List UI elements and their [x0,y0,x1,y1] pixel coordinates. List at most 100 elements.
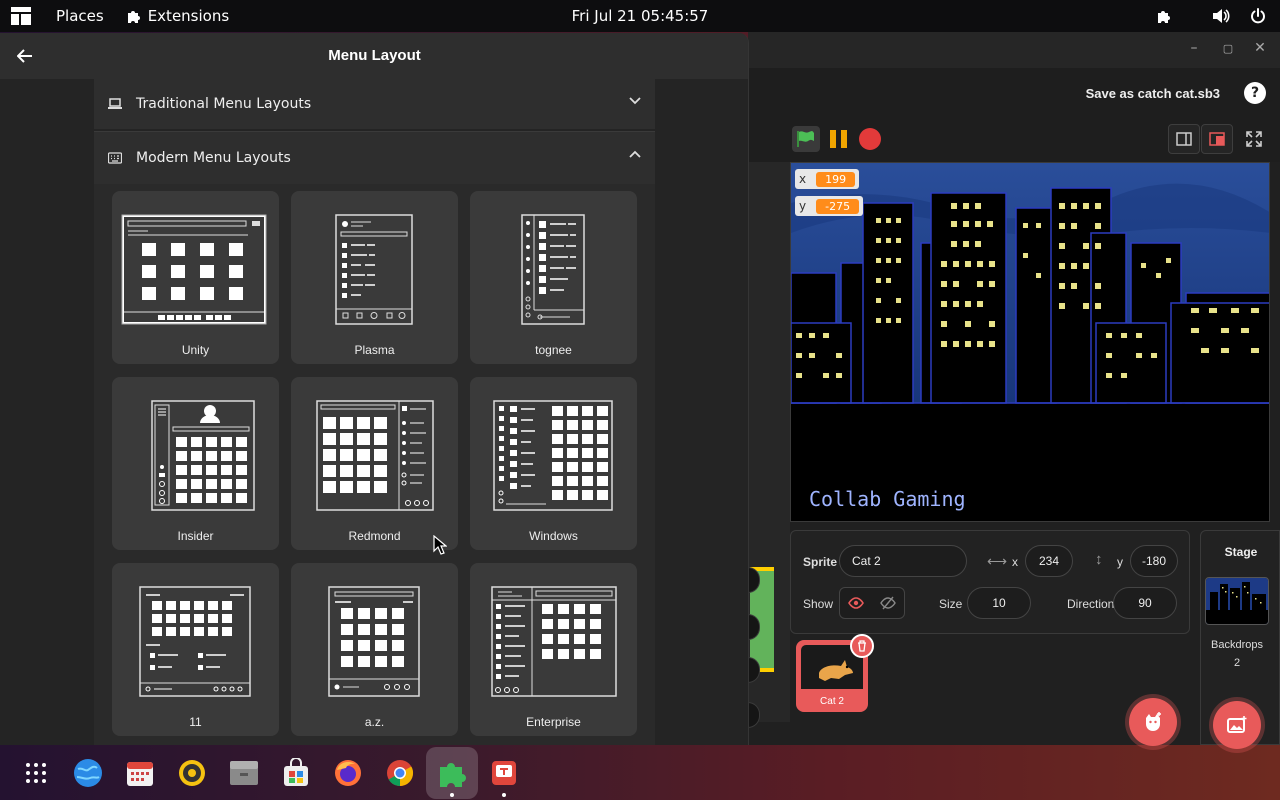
layouts-content[interactable]: Traditional Menu Layouts Modern Menu Lay… [0,79,748,745]
extensions-icon [440,762,466,787]
y-arrow-icon: ↕ [1095,551,1103,568]
dock-rhythmbox[interactable] [166,747,218,799]
activities-icon [11,7,31,25]
visibility-toggle[interactable] [839,587,905,619]
small-stage-icon [1176,132,1192,146]
trash-icon [858,640,866,652]
mouse-cursor-icon [433,535,447,555]
sprite-label: Sprite [803,555,838,569]
running-indicator [450,792,454,797]
files-icon [230,760,258,785]
places-menu[interactable]: Places [42,0,114,32]
close-icon[interactable]: ✕ [1250,40,1270,56]
dock-text-editor[interactable] [478,747,530,799]
dock-software[interactable] [270,747,322,799]
show-label: Show [803,597,834,611]
dock [0,745,1280,800]
text-editor-icon [492,760,516,785]
places-label: Places [56,7,104,25]
layout-card-insider[interactable]: Insider [112,377,279,550]
eleven-preview-icon [139,586,251,697]
dock-extensions[interactable] [426,746,478,799]
x-label: x [1012,555,1018,569]
add-backdrop-icon [1227,716,1247,733]
layout-name: a.z. [364,715,385,729]
extensions-tray-icon[interactable] [1156,8,1172,24]
sprite-name-input[interactable]: Cat 2 [839,545,967,577]
running-indicator [502,792,506,797]
power-icon[interactable] [1250,8,1266,24]
layout-name: Insider [177,529,214,543]
menu-layout-window: Menu Layout Traditional Menu Layouts Mod… [0,33,749,745]
dock-calendar[interactable] [114,747,166,799]
dock-firefox[interactable] [322,747,374,799]
y-input[interactable]: -180 [1130,545,1178,577]
dock-files[interactable] [218,747,270,799]
green-flag-icon [797,131,814,147]
monitor-x-value: 199 [816,171,856,187]
eye-off-icon[interactable] [880,596,896,610]
layout-card-tognee[interactable]: tognee [470,191,637,364]
eye-icon[interactable] [848,597,864,609]
category-circle[interactable] [748,702,760,728]
minimize-icon[interactable]: – [1184,40,1204,56]
maximize-icon[interactable]: ▢ [1218,42,1238,55]
stage-pane[interactable]: Stage Backdrops 2 [1200,530,1280,749]
dock-chrome[interactable] [374,747,426,799]
size-label: Size [939,597,963,611]
stage-pane-title: Stage [1224,545,1258,559]
layout-card-enterprise[interactable]: Enterprise [470,563,637,736]
scratch-titlebar[interactable]: – ▢ ✕ [748,32,1280,68]
extensions-label: Extensions [147,7,230,25]
dock-app-grid[interactable] [10,747,62,799]
stage-thumbnail[interactable] [1205,577,1269,625]
monitor-y[interactable]: y -275 [795,196,864,216]
large-stage-button[interactable] [1201,124,1233,154]
direction-input[interactable]: 90 [1113,587,1177,619]
layout-card-az[interactable]: a.z. [291,563,458,736]
sprite-tile-label: Cat 2 [820,696,844,707]
scratch-menubar: Save as catch cat.sb3 ? [748,68,1280,118]
monitor-y-value: -275 [816,198,860,214]
delete-sprite-button[interactable] [850,634,874,658]
backdrop-thumbnail [1206,578,1268,624]
help-button[interactable]: ? [1244,82,1266,104]
modern-layouts-label: Modern Menu Layouts [136,150,291,166]
fullscreen-button[interactable] [1238,124,1270,154]
modern-layouts-expander[interactable]: Modern Menu Layouts [94,131,655,184]
layout-card-plasma[interactable]: Plasma [291,191,458,364]
save-as-button[interactable]: Save as catch cat.sb3 [1086,86,1220,101]
globe-icon [74,758,102,787]
pause-button[interactable] [830,130,848,148]
layout-card-11[interactable]: 11 [112,563,279,736]
layout-card-redmond[interactable]: Redmond [291,377,458,550]
add-backdrop-button[interactable] [1213,701,1261,749]
layout-card-windows[interactable]: Windows [470,377,637,550]
size-input[interactable]: 10 [967,587,1031,619]
add-sprite-button[interactable] [1129,698,1177,746]
traditional-layouts-expander[interactable]: Traditional Menu Layouts [94,79,655,129]
layout-card-unity[interactable]: Unity [112,191,279,364]
activities-button[interactable] [0,0,42,32]
clock-text: Fri Jul 21 05:45:57 [571,7,709,25]
unity-preview-icon [121,214,267,325]
layout-name: tognee [535,343,572,357]
az-preview-icon [328,586,420,697]
monitor-x[interactable]: x 199 [795,169,860,189]
rhythmbox-icon [179,759,205,786]
sprite-tile-cat[interactable]: Cat 2 [796,634,874,712]
system-tray[interactable] [1156,0,1266,32]
enterprise-preview-icon [491,586,617,697]
code-area-edge[interactable] [748,162,790,728]
dock-globe[interactable] [62,747,114,799]
small-stage-button[interactable] [1168,124,1200,154]
y-label: y [1117,555,1123,569]
volume-icon[interactable] [1212,8,1230,24]
puzzle-icon [127,11,140,23]
x-input[interactable]: 234 [1025,545,1073,577]
extensions-menu[interactable]: Extensions [114,0,239,32]
stop-button[interactable] [859,128,881,150]
stage-canvas[interactable]: x 199 y -275 Collab Gaming [790,162,1270,522]
green-flag-button[interactable] [792,126,820,152]
direction-label: Direction [1067,597,1115,611]
